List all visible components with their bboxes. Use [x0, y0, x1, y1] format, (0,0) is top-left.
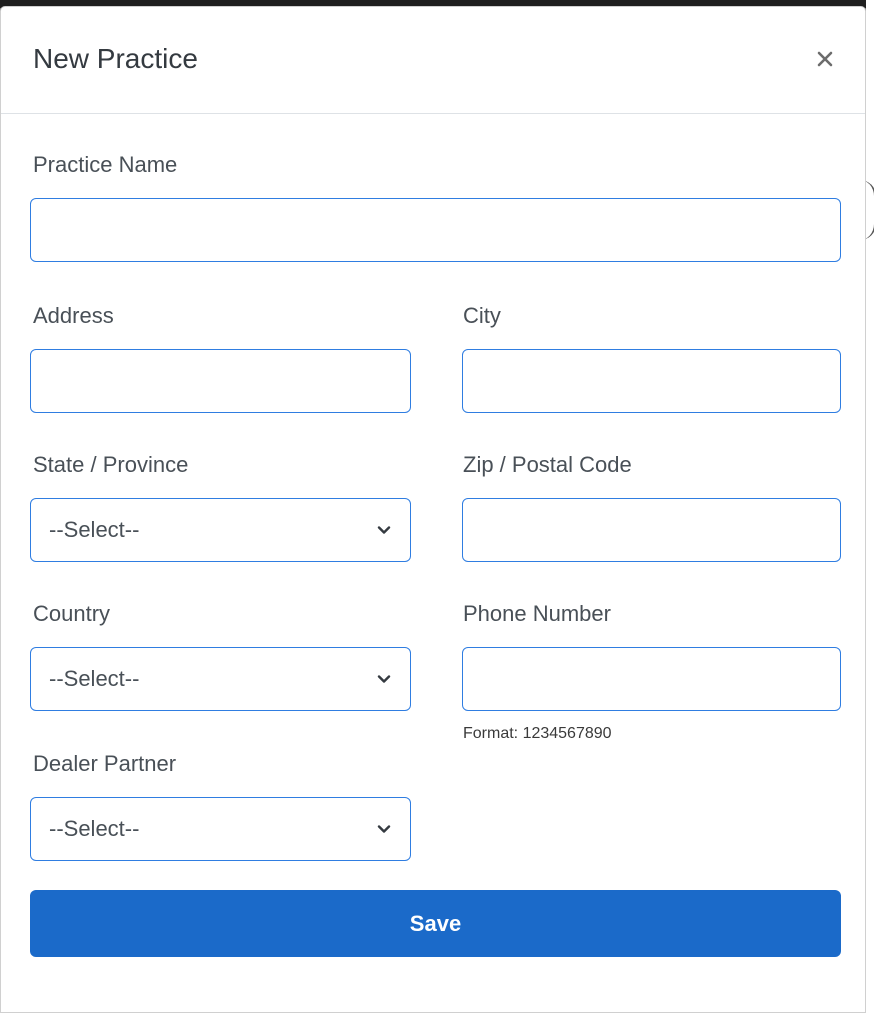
modal-header: New Practice	[1, 7, 865, 114]
chevron-down-icon	[377, 526, 391, 534]
country-label: Country	[33, 601, 111, 626]
dealer-partner-select[interactable]: --Select--	[30, 797, 411, 861]
background-page-strip	[866, 0, 874, 1013]
new-practice-modal: New Practice Practice Name Address City …	[0, 6, 866, 1013]
country-select[interactable]: --Select--	[30, 647, 411, 711]
close-icon	[817, 51, 833, 67]
state-select-value: --Select--	[49, 517, 140, 542]
dealer-partner-label: Dealer Partner	[33, 751, 177, 776]
phone-format-hint: Format: 1234567890	[463, 725, 612, 742]
dealer-partner-select-value: --Select--	[49, 816, 140, 841]
state-select[interactable]: --Select--	[30, 498, 411, 562]
phone-input[interactable]	[462, 647, 841, 711]
zip-label: Zip / Postal Code	[463, 452, 632, 477]
country-select-value: --Select--	[49, 666, 140, 691]
chevron-down-icon	[377, 675, 391, 683]
close-button[interactable]	[811, 45, 839, 73]
phone-label: Phone Number	[463, 601, 611, 626]
practice-name-input[interactable]	[30, 198, 841, 262]
address-label: Address	[33, 303, 114, 328]
city-label: City	[463, 303, 501, 328]
chevron-down-icon	[377, 825, 391, 833]
zip-input[interactable]	[462, 498, 841, 562]
city-input[interactable]	[462, 349, 841, 413]
address-input[interactable]	[30, 349, 411, 413]
practice-name-label: Practice Name	[33, 152, 178, 177]
state-label: State / Province	[33, 452, 189, 477]
save-button[interactable]: Save	[30, 890, 841, 957]
modal-title: New Practice	[33, 43, 198, 74]
